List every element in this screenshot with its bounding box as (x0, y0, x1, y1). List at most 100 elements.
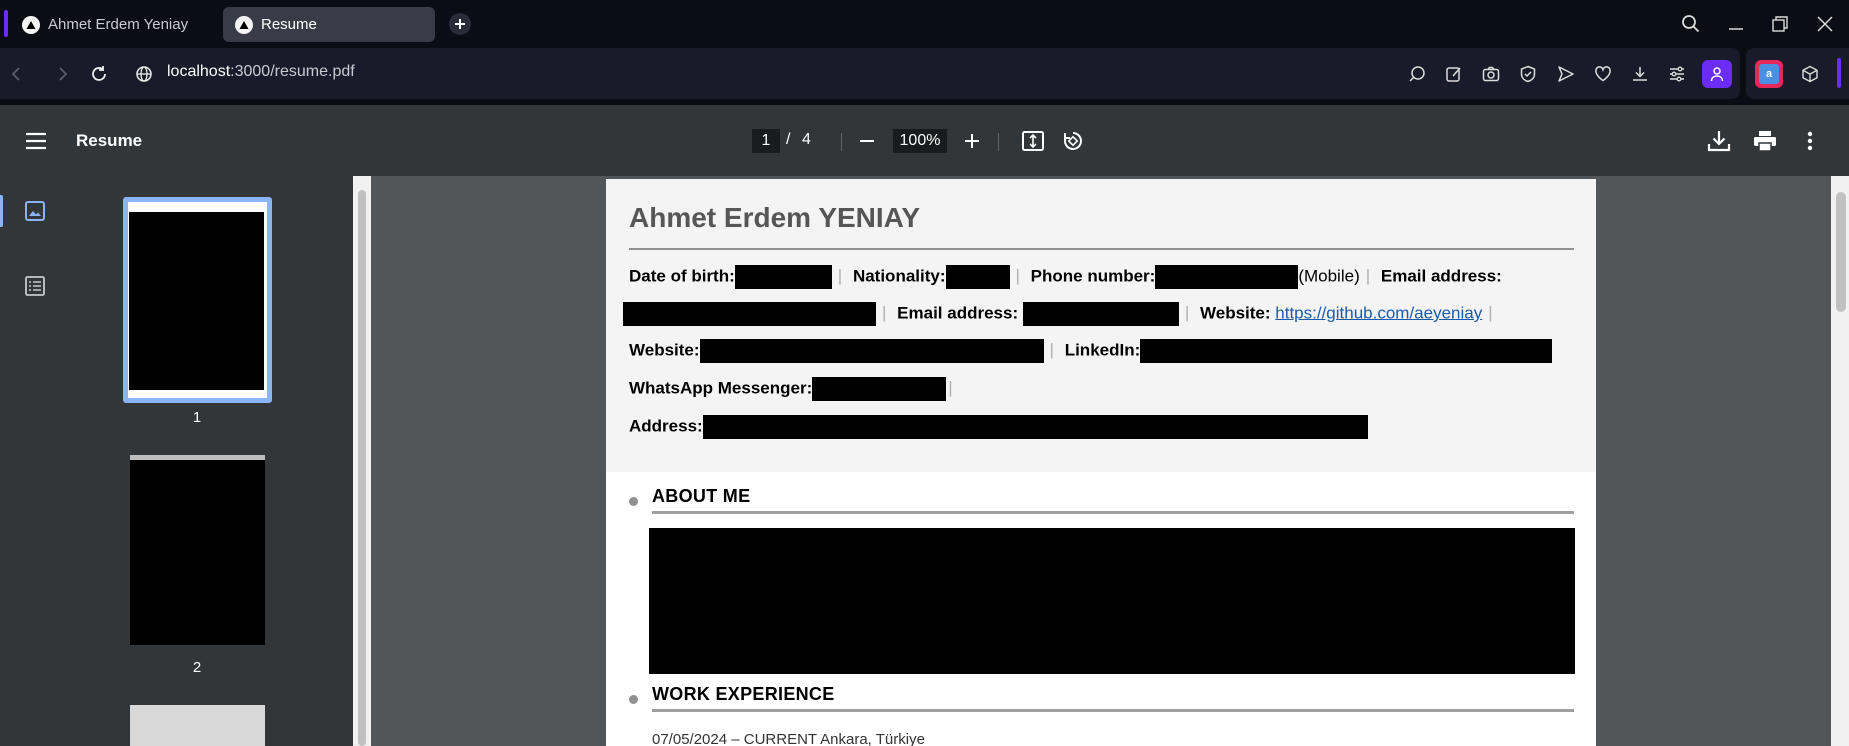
send-button[interactable] (1553, 61, 1579, 87)
thumbnail-page-1 (128, 202, 267, 398)
minimize-button[interactable] (1724, 12, 1748, 36)
reload-button[interactable] (87, 62, 111, 86)
name-divider (629, 248, 1574, 250)
favorites-button[interactable] (1590, 61, 1616, 87)
thumbnails-view-button[interactable] (0, 187, 70, 235)
website-label: Website: (1200, 303, 1271, 323)
personal-info-line-5: Address: (629, 415, 1368, 439)
shield-icon (1520, 65, 1536, 83)
plus-icon (455, 19, 465, 29)
redacted-block (702, 415, 1368, 439)
menu-button[interactable] (21, 126, 51, 156)
redacted-block (699, 339, 1044, 363)
zoom-input[interactable]: 100% (893, 129, 947, 153)
more-options-button[interactable] (1795, 126, 1825, 156)
tab-label: Ahmet Erdem Yeniay (48, 16, 189, 33)
address-bar-container: localhost:3000/resume.pdf (0, 48, 1740, 99)
profile-button[interactable] (1702, 60, 1732, 88)
personal-info-line-3: Website: | LinkedIn: (629, 339, 1553, 363)
fit-page-button[interactable] (1018, 126, 1048, 156)
triangle-logo-icon (22, 15, 40, 34)
outline-list-icon (25, 276, 45, 296)
page-separator: / (786, 131, 791, 148)
redacted-block (623, 302, 876, 326)
rotate-icon (1064, 132, 1082, 150)
tab-resume[interactable]: Resume (223, 7, 435, 42)
url-input[interactable]: localhost:3000/resume.pdf (167, 63, 355, 81)
minus-icon (860, 140, 874, 142)
site-info-button[interactable] (132, 62, 156, 86)
outline-view-button[interactable] (0, 262, 70, 310)
chevron-left-icon (11, 67, 20, 81)
section-divider (652, 709, 1574, 712)
edit-button[interactable] (1441, 61, 1467, 87)
back-button[interactable] (5, 62, 29, 86)
new-tab-button[interactable] (449, 13, 471, 35)
close-icon (1817, 16, 1833, 32)
phone-label: Phone number: (1030, 266, 1156, 286)
restore-icon (1772, 16, 1788, 32)
search-icon (1682, 15, 1700, 33)
download-icon (1633, 67, 1647, 81)
camera-icon (1482, 66, 1500, 82)
github-link[interactable]: https://github.com/aeyeniay (1275, 303, 1482, 322)
personal-info-line-4: WhatsApp Messenger: | (629, 377, 955, 401)
zoom-in-button[interactable] (957, 126, 987, 156)
download-pdf-button[interactable] (1704, 126, 1734, 156)
restore-button[interactable] (1768, 12, 1792, 36)
close-window-button[interactable] (1813, 12, 1837, 36)
workspace-accent (4, 10, 8, 37)
redacted-block (1022, 302, 1179, 326)
personal-info-line-2: | Email address: | Website: https://gith… (623, 302, 1499, 326)
print-button[interactable] (1750, 126, 1780, 156)
redacted-block (734, 265, 832, 289)
redacted-block (1140, 339, 1553, 363)
minimize-icon (1729, 28, 1743, 30)
whatsapp-label: WhatsApp Messenger: (629, 378, 813, 398)
triangle-logo-icon (235, 15, 253, 34)
translate-icon: a (1759, 64, 1779, 84)
tab-label: Resume (261, 16, 317, 33)
shield-button[interactable] (1515, 61, 1541, 87)
zoom-out-button[interactable] (852, 126, 882, 156)
linkedin-label: LinkedIn: (1064, 340, 1141, 360)
navigation-bar: localhost:3000/resume.pdf a (0, 48, 1849, 101)
search-tabs-button[interactable] (1679, 12, 1703, 36)
work-experience-heading: WORK EXPERIENCE (652, 684, 835, 704)
about-me-redacted-block (649, 528, 1575, 674)
page-count: 4 (802, 131, 811, 148)
sidebar-scrollbar-thumb[interactable] (358, 190, 366, 746)
redacted-block (1155, 265, 1299, 289)
printer-icon (1754, 131, 1776, 152)
screenshot-button[interactable] (1478, 61, 1504, 87)
image-icon (25, 201, 45, 221)
pdf-toolbar: Resume 1 / 4 100% (0, 105, 1849, 176)
settings-sliders-button[interactable] (1664, 61, 1690, 87)
hamburger-menu-icon (26, 132, 46, 150)
find-button[interactable] (1404, 61, 1430, 87)
downloads-button[interactable] (1627, 61, 1653, 87)
thumbnail-page-3[interactable] (130, 705, 265, 746)
cube-icon (1802, 65, 1818, 83)
section-bullet (629, 695, 638, 704)
tab-ahmet-erdem-yeniay[interactable]: Ahmet Erdem Yeniay (10, 7, 218, 42)
sidebar-accent (1837, 58, 1841, 88)
translate-extension-button[interactable]: a (1755, 60, 1783, 88)
chevron-right-icon (59, 67, 68, 81)
plus-icon (965, 134, 979, 148)
pdf-page: Ahmet Erdem YENIAY Date of birth: | Natio… (606, 179, 1596, 746)
forward-button[interactable] (50, 62, 74, 86)
document-scrollbar-thumb[interactable] (1836, 192, 1846, 312)
section-bullet (629, 497, 638, 506)
thumbnail-number: 1 (192, 409, 202, 426)
extensions-button[interactable] (1797, 61, 1823, 87)
email-label: Email address: (1380, 266, 1502, 286)
thumbnail-page-2[interactable] (130, 455, 265, 645)
download-icon (1707, 131, 1731, 152)
thumbnail-number: 2 (192, 659, 202, 676)
page-number-input[interactable]: 1 (752, 129, 780, 153)
sliders-icon (1670, 66, 1684, 82)
fit-to-page-icon (1022, 131, 1044, 151)
search-chat-icon (1409, 66, 1425, 82)
rotate-button[interactable] (1058, 126, 1088, 156)
